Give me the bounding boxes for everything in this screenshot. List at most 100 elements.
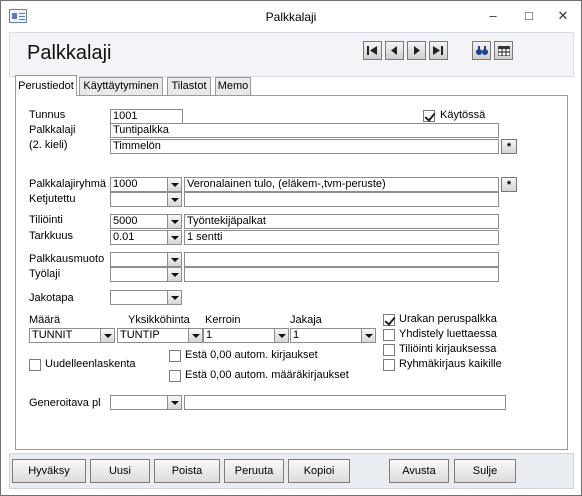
first-record-icon[interactable] (363, 41, 382, 60)
yksikkohinta-label: Yksikköhinta (128, 314, 190, 326)
kopioi-button[interactable]: Kopioi (288, 459, 350, 483)
palkkalaji-input[interactable]: Tuntipalkka (110, 123, 499, 138)
tarkkuus-combo[interactable]: 0.01 (110, 230, 182, 245)
ryhmakirjaus-checkbox[interactable] (383, 359, 395, 371)
palkkausmuoto-combo[interactable] (110, 252, 182, 267)
chevron-down-icon[interactable] (361, 329, 375, 342)
esta-kirjaukset-label: Estä 0,00 autom. kirjaukset (185, 349, 318, 361)
chevron-down-icon[interactable] (274, 329, 288, 342)
yksikkohinta-value: TUNTIP (120, 329, 160, 341)
tab-perustiedot[interactable]: Perustiedot (15, 75, 77, 96)
palkkalajiryhma-label: Palkkalajiryhmä (29, 178, 107, 190)
jakotapa-combo[interactable] (110, 290, 182, 305)
kerroin-value: 1 (206, 329, 213, 341)
palkkalajiryhma-desc: Veronalainen tulo, (eläkem-,tvm-peruste) (184, 177, 499, 192)
tiliointi-kirjauksessa-checkbox[interactable] (383, 344, 395, 356)
binoculars-icon[interactable] (472, 41, 491, 60)
tyolaji-combo[interactable] (110, 267, 182, 282)
generoitava-label: Generoitava pl (29, 397, 101, 409)
tab-panel-perustiedot: Tunnus 1001 Käytössä Palkkalaji Tuntipal… (15, 95, 568, 450)
yhdistely-label: Yhdistely luettaessa (399, 328, 497, 340)
palkkalajiryhma-value: 1000 (113, 178, 138, 190)
tiliointi-kirjauksessa-label: Tiliöinti kirjauksessa (399, 343, 497, 355)
chevron-down-icon[interactable] (167, 291, 181, 304)
chevron-down-icon[interactable] (167, 268, 181, 281)
esta-kirjaukset-checkbox[interactable] (169, 350, 181, 362)
urakan-peruspalkka-checkbox[interactable] (383, 314, 395, 326)
ryhmakirjaus-label: Ryhmäkirjaus kaikille (399, 358, 502, 370)
sulje-button[interactable]: Sulje (454, 459, 516, 483)
palkkalaji-label: Palkkalaji (29, 124, 76, 136)
tab-memo[interactable]: Memo (215, 77, 251, 95)
palkkalajiryhma-combo[interactable]: 1000 (110, 177, 182, 192)
chevron-down-icon[interactable] (167, 215, 181, 228)
esta-maarakirjaukset-checkbox[interactable] (169, 370, 181, 382)
hyvaksy-button[interactable]: Hyväksy (12, 459, 86, 483)
chevron-down-icon[interactable] (167, 231, 181, 244)
palkkausmuoto-desc (184, 252, 499, 267)
uudelleenlaskenta-label: Uudelleenlaskenta (45, 358, 136, 370)
tarkkuus-desc: 1 sentti (184, 230, 499, 245)
urakan-peruspalkka-label: Urakan peruspalkka (399, 313, 497, 325)
maara-combo[interactable]: TUNNIT (29, 328, 115, 343)
kieli2-star-button[interactable]: * (501, 139, 517, 154)
kerroin-combo[interactable]: 1 (203, 328, 289, 343)
jakotapa-label: Jakotapa (29, 292, 74, 304)
jakaja-value: 1 (293, 329, 300, 341)
chevron-down-icon[interactable] (188, 329, 202, 342)
chevron-down-icon[interactable] (167, 178, 181, 191)
ketjutettu-desc (184, 192, 499, 207)
peruuta-button[interactable]: Peruuta (224, 459, 284, 483)
datasheet-icon[interactable] (494, 41, 513, 60)
chevron-down-icon[interactable] (100, 329, 114, 342)
ketjutettu-label: Ketjutettu (29, 193, 76, 205)
chevron-down-icon[interactable] (167, 396, 181, 409)
palkkausmuoto-label: Palkkausmuoto (29, 253, 105, 265)
kaytossa-checkbox[interactable] (423, 110, 435, 122)
page-title: Palkkalaji (27, 42, 112, 64)
last-record-icon[interactable] (429, 41, 448, 60)
maara-label: Määrä (29, 314, 61, 326)
avusta-button[interactable]: Avusta (389, 459, 449, 483)
tyolaji-label: Työlaji (29, 268, 61, 280)
close-icon[interactable]: ✕ (551, 7, 575, 25)
tunnus-label: Tunnus (29, 109, 66, 121)
yhdistely-checkbox[interactable] (383, 329, 395, 341)
palkkalajiryhma-star-button[interactable]: * (501, 177, 517, 192)
chevron-down-icon[interactable] (167, 193, 181, 206)
kieli2-label: (2. kieli) (29, 139, 68, 151)
jakaja-combo[interactable]: 1 (290, 328, 376, 343)
tiliointi-desc: Työntekijäpalkat (184, 214, 499, 229)
tarkkuus-value: 0.01 (113, 231, 135, 243)
form-header: Palkkalaji (9, 32, 574, 77)
uudelleenlaskenta-checkbox[interactable] (29, 359, 41, 371)
kerroin-label: Kerroin (205, 314, 241, 326)
maara-value: TUNNIT (32, 329, 73, 341)
poista-button[interactable]: Poista (154, 459, 220, 483)
uusi-button[interactable]: Uusi (90, 459, 150, 483)
generoitava-combo[interactable] (110, 395, 182, 410)
previous-record-icon[interactable] (385, 41, 404, 60)
tiliointi-combo[interactable]: 5000 (110, 214, 182, 229)
esta-maarakirjaukset-label: Estä 0,00 autom. määräkirjaukset (185, 369, 349, 381)
tiliointi-label: Tiliöinti (29, 214, 63, 226)
tab-kayttaytyminen[interactable]: Käyttäytyminen (79, 77, 163, 95)
next-record-icon[interactable] (407, 41, 426, 60)
title-bar: Palkkalaji – □ ✕ (1, 1, 581, 32)
ketjutettu-combo[interactable] (110, 192, 182, 207)
jakaja-label: Jakaja (290, 314, 322, 326)
button-bar: Hyväksy Uusi Poista Peruuta Kopioi Avust… (9, 453, 574, 489)
app-window: Palkkalaji – □ ✕ Palkkalaji Perustiedot … (0, 0, 582, 496)
tab-tilastot[interactable]: Tilastot (167, 77, 211, 95)
chevron-down-icon[interactable] (167, 253, 181, 266)
kaytossa-label: Käytössä (440, 109, 486, 121)
tunnus-input[interactable]: 1001 (110, 109, 183, 124)
maximize-icon[interactable]: □ (517, 7, 541, 25)
generoitava-desc (184, 395, 506, 410)
tiliointi-value: 5000 (113, 215, 138, 227)
yksikkohinta-combo[interactable]: TUNTIP (117, 328, 203, 343)
kieli2-input[interactable]: Timmelön (110, 139, 499, 154)
minimize-icon[interactable]: – (481, 7, 505, 25)
tyolaji-desc (184, 267, 499, 282)
tarkkuus-label: Tarkkuus (29, 230, 74, 242)
